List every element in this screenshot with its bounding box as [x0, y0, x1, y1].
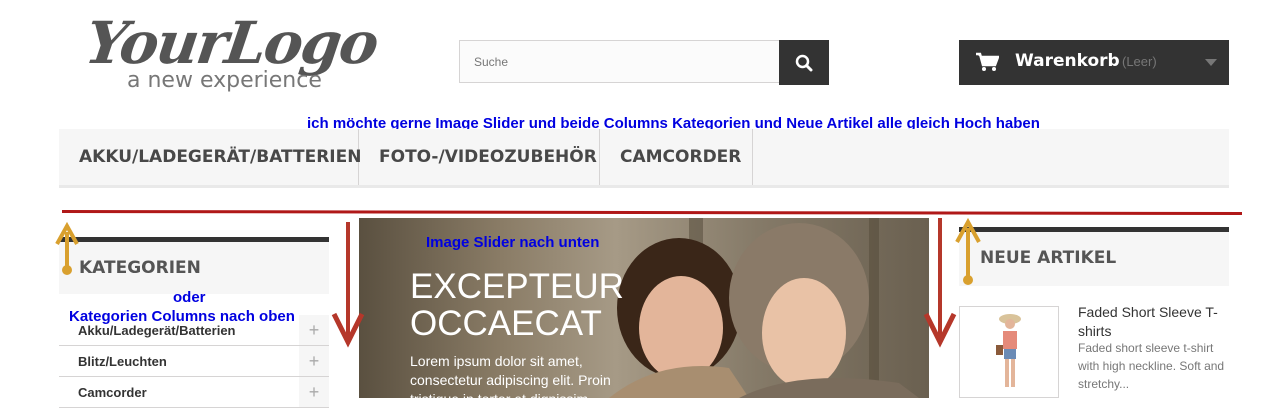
arrow-up-icon — [55, 221, 79, 275]
arrow-down-icon — [331, 222, 365, 348]
arrow-down-icon — [923, 218, 957, 348]
arrow-up-icon — [955, 217, 981, 285]
annotation-arrows — [55, 217, 981, 348]
